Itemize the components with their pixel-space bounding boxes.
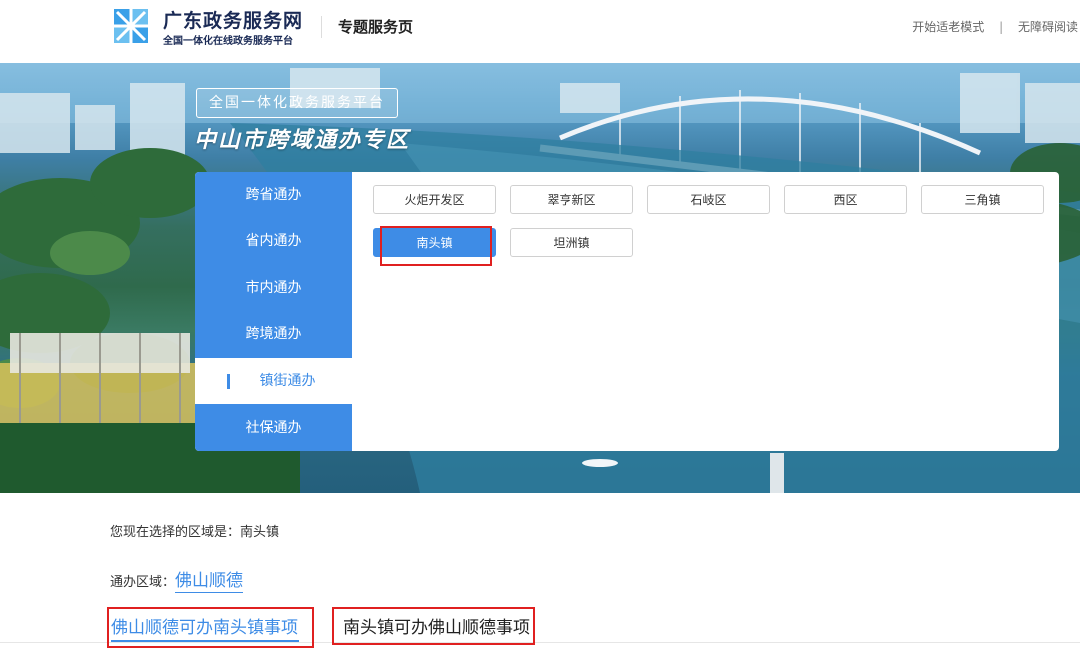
- area-button-huoju[interactable]: 火炬开发区: [373, 185, 496, 214]
- highlight-box: [107, 607, 314, 648]
- active-indicator: [227, 374, 230, 389]
- highlight-box: [332, 607, 535, 645]
- sidebar-item-in-province[interactable]: 省内通办: [195, 218, 352, 264]
- sidebar-item-town-street[interactable]: 镇街通办: [195, 358, 352, 404]
- region-link[interactable]: 佛山顺德: [175, 571, 244, 593]
- sidebar-item-social-security[interactable]: 社保通办: [195, 405, 352, 451]
- zone-title: 中山市跨域通办专区: [194, 128, 411, 153]
- site-header: 广东政务服务网 全国一体化在线政务服务平台 专题服务页 开始适老模式 | 无障碍…: [0, 0, 1080, 63]
- sidebar-item-label: 跨境通办: [245, 326, 302, 342]
- sidebar-item-label: 跨省通办: [245, 187, 302, 203]
- header-divider: [321, 16, 322, 38]
- area-button-cuiheng[interactable]: 翠亨新区: [510, 185, 633, 214]
- service-panel: 跨省通办 省内通办 市内通办 跨境通办 镇街通办 社保通办 火炬开发区 翠亨新区…: [195, 172, 1059, 451]
- area-button-tanzhou[interactable]: 坦洲镇: [510, 228, 633, 257]
- page-name: 专题服务页: [338, 18, 414, 36]
- selected-area-text: 您现在选择的区域是：南头镇: [110, 525, 280, 540]
- accessibility-link[interactable]: 无障碍阅读: [1018, 20, 1078, 34]
- sidebar-item-label: 市内通办: [245, 280, 302, 296]
- region-label: 通办区域：: [110, 575, 176, 590]
- platform-badge: 全国一体化政务服务平台: [196, 88, 398, 118]
- sidebar-item-label: 省内通办: [245, 233, 302, 249]
- sidebar-item-label: 镇街通办: [259, 373, 316, 389]
- highlight-box: [380, 226, 492, 266]
- area-button-shiqi[interactable]: 石岐区: [647, 185, 770, 214]
- elder-mode-link[interactable]: 开始适老模式: [912, 20, 984, 34]
- sidebar-item-cross-province[interactable]: 跨省通办: [195, 172, 352, 218]
- logo-subtitle: 全国一体化在线政务服务平台: [163, 36, 293, 47]
- sidebar-item-cross-border[interactable]: 跨境通办: [195, 311, 352, 357]
- sidebar: 跨省通办 省内通办 市内通办 跨境通办 镇街通办 社保通办: [195, 172, 352, 451]
- header-link-separator: |: [999, 20, 1004, 34]
- sidebar-item-in-city[interactable]: 市内通办: [195, 265, 352, 311]
- region-row: 通办区域：佛山顺德: [110, 566, 244, 593]
- area-button-xiqu[interactable]: 西区: [784, 185, 907, 214]
- logo-icon[interactable]: [111, 6, 151, 46]
- area-button-sanjiao[interactable]: 三角镇: [921, 185, 1044, 214]
- sidebar-item-label: 社保通办: [245, 420, 302, 436]
- logo-title[interactable]: 广东政务服务网: [163, 6, 303, 33]
- header-links: 开始适老模式 | 无障碍阅读: [912, 18, 1078, 35]
